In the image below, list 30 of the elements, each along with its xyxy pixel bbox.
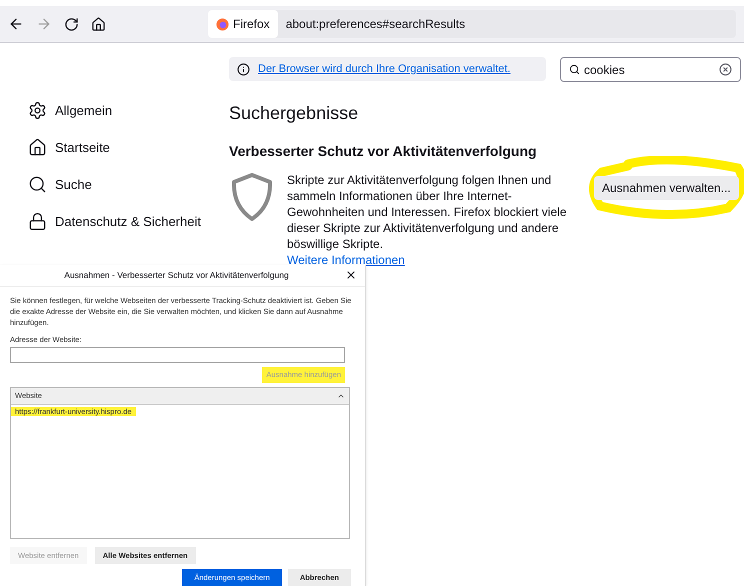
sort-icon[interactable]	[337, 392, 345, 400]
shield-icon	[229, 172, 275, 222]
page-heading: Suchergebnisse	[229, 102, 360, 125]
home-icon	[28, 138, 47, 157]
sidebar-item[interactable]: Suche	[28, 174, 229, 195]
manage-exceptions-button[interactable]: Ausnahmen verwalten...	[594, 176, 739, 200]
search-field[interactable]: cookies	[560, 57, 741, 82]
back-icon[interactable]	[8, 16, 24, 32]
description-text: Skripte zur Aktivitätenverfolgung folgen Ihnen und sammeln Informationen über Ihre Internet-Gewohnheiten und Interessen. Firefox blockiert viele dieser Skripte zur Aktivitätenverfolgung und andere böswillige Skripte.	[287, 172, 568, 252]
dialog-title: Ausnahmen - Verbesserter Schutz vor Aktivitätenverfolgung	[63, 269, 290, 282]
settings-icon	[28, 101, 47, 120]
more-info-link[interactable]: Weitere Informationen	[287, 253, 405, 267]
url-text: about:preferences#searchResults	[286, 16, 466, 33]
reload-icon[interactable]	[64, 16, 79, 32]
section-title: Verbesserter Schutz vor Aktivitätenverfolgung	[229, 142, 538, 161]
address-field[interactable]	[10, 347, 345, 363]
home-icon[interactable]	[91, 16, 106, 32]
sidebar-item[interactable]: Allgemein	[28, 100, 229, 121]
close-icon[interactable]	[345, 269, 357, 282]
browser-logo-icon	[216, 18, 229, 30]
search-icon	[569, 64, 580, 75]
policy-link[interactable]: Der Browser wird durch Ihre Organisation verwaltet.	[258, 60, 510, 78]
clear-icon[interactable]	[719, 63, 732, 76]
sidebar-item[interactable]: Datenschutz & Sicherheit	[28, 211, 229, 232]
lock-icon	[28, 212, 47, 231]
identity-box[interactable]: Firefox	[208, 10, 278, 38]
url-bar[interactable]: Firefox about:preferences#searchResults	[208, 10, 736, 38]
search-icon	[28, 175, 47, 194]
sidebar-item[interactable]: Startseite	[28, 137, 229, 158]
info-icon	[237, 62, 250, 76]
